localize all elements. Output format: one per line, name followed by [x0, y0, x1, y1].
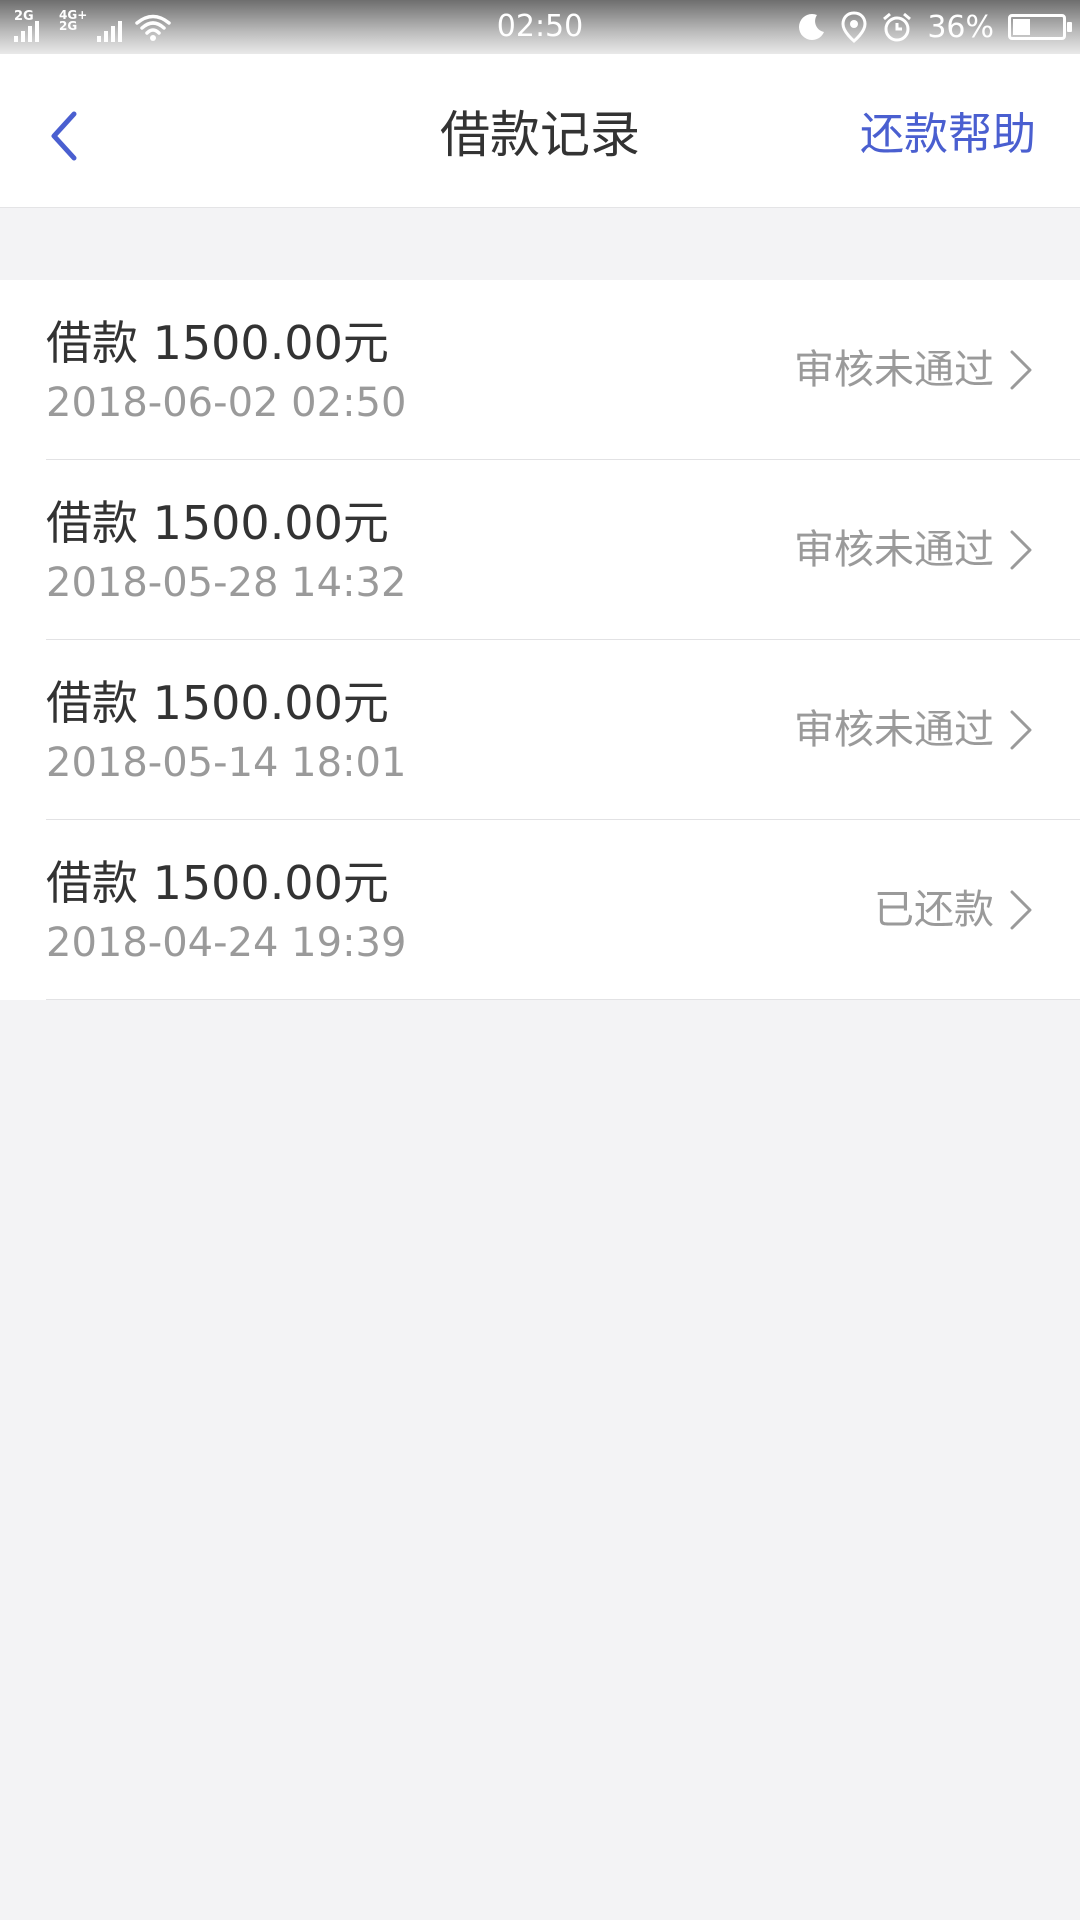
loan-amount: 借款 1500.00元	[46, 316, 389, 370]
repayment-help-link[interactable]: 还款帮助	[860, 104, 1036, 166]
chevron-right-icon	[1010, 530, 1032, 570]
loan-record-row[interactable]: 借款 1500.00元 2018-05-28 14:32 审核未通过	[0, 460, 1080, 640]
battery-level	[1013, 19, 1030, 35]
loan-status: 已还款	[874, 887, 994, 933]
row-divider	[46, 999, 1080, 1000]
loan-status: 审核未通过	[794, 347, 994, 393]
loan-status: 审核未通过	[794, 527, 994, 573]
moon-icon	[799, 14, 825, 40]
loan-amount: 借款 1500.00元	[46, 676, 389, 730]
nav-bar: 借款记录 还款帮助	[0, 54, 1080, 208]
loan-record-row[interactable]: 借款 1500.00元 2018-04-24 19:39 已还款	[0, 820, 1080, 1000]
loan-date: 2018-04-24 19:39	[46, 920, 407, 966]
loan-date: 2018-06-02 02:50	[46, 380, 407, 426]
chevron-right-icon	[1010, 710, 1032, 750]
chevron-right-icon	[1010, 350, 1032, 390]
loan-status: 审核未通过	[794, 707, 994, 753]
battery-icon	[1008, 14, 1072, 40]
loan-amount: 借款 1500.00元	[46, 496, 389, 550]
chevron-right-icon	[1010, 890, 1032, 930]
location-icon	[841, 11, 867, 43]
loan-amount: 借款 1500.00元	[46, 856, 389, 910]
loan-date: 2018-05-14 18:01	[46, 740, 407, 786]
loan-date: 2018-05-28 14:32	[46, 560, 407, 606]
status-right: 36%	[797, 8, 1072, 46]
loan-record-row[interactable]: 借款 1500.00元 2018-05-14 18:01 审核未通过	[0, 640, 1080, 820]
status-bar: 2G 4G+ 2G 02:50 36%	[0, 0, 1080, 54]
loan-record-row[interactable]: 借款 1500.00元 2018-06-02 02:50 审核未通过	[0, 280, 1080, 460]
loan-record-list: 借款 1500.00元 2018-06-02 02:50 审核未通过 借款 1500.…	[0, 280, 1080, 1000]
battery-percent: 36%	[927, 9, 994, 45]
alarm-icon	[883, 12, 912, 42]
